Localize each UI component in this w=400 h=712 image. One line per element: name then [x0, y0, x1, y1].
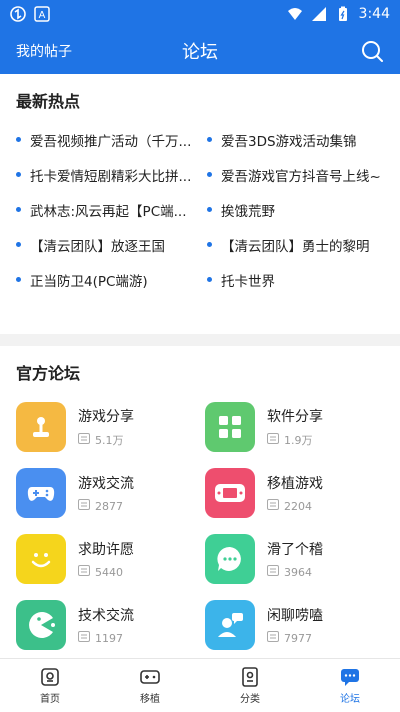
tab-category[interactable]: 分类: [200, 659, 300, 712]
section-divider: [0, 334, 400, 346]
tab-category-label: 分类: [240, 694, 260, 705]
hot-topic-item[interactable]: 爱吾游戏官方抖音号上线~: [207, 157, 384, 192]
gamepad-icon: [16, 468, 66, 518]
post-count-value: 7977: [284, 631, 312, 645]
post-count-icon: [78, 631, 90, 645]
tab-home-label: 首页: [40, 694, 60, 705]
forum-name: 游戏交流: [78, 476, 134, 492]
forum-item[interactable]: 技术交流 1197: [16, 592, 195, 658]
forum-item[interactable]: 闲聊唠嗑 7977: [205, 592, 384, 658]
status-bar: A 3:44: [0, 0, 400, 28]
bullet-dot-icon: [16, 137, 21, 142]
post-count-icon: [267, 631, 279, 645]
hot-topics-list: 爱吾视频推广活动（千万... 爱吾3DS游戏活动集锦 托卡爱情短剧精彩大比拼..…: [16, 122, 384, 297]
forum-list: 游戏分享 5.1万 软件分享 1.9万游戏交流 2877 移植游戏 2204 求助许愿 5440…: [16, 394, 384, 698]
wifi-icon: [287, 8, 302, 20]
bottom-tab-bar: 首页 移植 分类 论坛: [0, 658, 400, 712]
forum-post-count: 5.1万: [78, 432, 134, 448]
forum-post-count: 5440: [78, 565, 134, 579]
hot-topic-item[interactable]: 爱吾3DS游戏活动集锦: [207, 122, 384, 157]
my-posts-link[interactable]: 我的帖子: [16, 41, 72, 61]
tab-port[interactable]: 移植: [100, 659, 200, 712]
forum-post-count: 2204: [267, 499, 323, 513]
forum-item[interactable]: 游戏分享 5.1万: [16, 394, 195, 460]
post-count-icon: [267, 565, 279, 579]
hot-topic-item[interactable]: 正当防卫4(PC端游): [16, 262, 193, 297]
bullet-dot-icon: [207, 242, 212, 247]
svg-text:A: A: [39, 10, 46, 21]
forum-item[interactable]: 移植游戏 2204: [205, 460, 384, 526]
post-count-value: 5.1万: [95, 434, 124, 447]
forum-name: 游戏分享: [78, 409, 134, 425]
forum-name: 求助许愿: [78, 542, 134, 558]
battery-icon: [338, 6, 347, 21]
hot-topic-item[interactable]: 【清云团队】放逐王国: [16, 227, 193, 262]
bullet-dot-icon: [16, 207, 21, 212]
forum-item[interactable]: 求助许愿 5440: [16, 526, 195, 592]
tab-home[interactable]: 首页: [0, 659, 100, 712]
tab-port-label: 移植: [140, 694, 160, 705]
bullet-dot-icon: [16, 277, 21, 282]
category-icon: [242, 667, 258, 687]
bullet-dot-icon: [207, 277, 212, 282]
post-count-value: 1197: [95, 631, 123, 645]
hot-topic-item[interactable]: 爱吾视频推广活动（千万...: [16, 122, 193, 157]
forum-post-count: 1197: [78, 631, 134, 645]
forum-post-count: 2877: [78, 499, 134, 513]
hot-topics-section: 最新热点 爱吾视频推广活动（千万... 爱吾3DS游戏活动集锦 托卡爱情短剧精彩…: [0, 74, 400, 334]
bullet-dot-icon: [16, 172, 21, 177]
post-count-value: 3964: [284, 565, 312, 579]
forum-item[interactable]: 游戏交流 2877: [16, 460, 195, 526]
smiley-icon: [16, 534, 66, 584]
official-forums-section: 官方论坛 游戏分享 5.1万 软件分享 1.9万游戏交流 2877 移植游戏 2204 求助许…: [0, 346, 400, 698]
post-count-icon: [78, 433, 90, 447]
app-grid-icon: [205, 402, 255, 452]
forum-name: 滑了个稽: [267, 542, 323, 558]
hot-topic-item[interactable]: 武林志:风云再起【PC端...: [16, 192, 193, 227]
forum-icon: [341, 669, 359, 686]
tab-forum[interactable]: 论坛: [300, 659, 400, 712]
post-count-value: 1.9万: [284, 434, 313, 447]
bullet-dot-icon: [16, 242, 21, 247]
forum-item[interactable]: 软件分享 1.9万: [205, 394, 384, 460]
forum-post-count: 1.9万: [267, 432, 323, 448]
hot-topic-item[interactable]: 托卡世界: [207, 262, 384, 297]
post-count-value: 2204: [284, 499, 312, 513]
a-notification-icon: A: [34, 6, 50, 22]
chatting-user-icon: [205, 600, 255, 650]
handheld-tab-icon: [140, 670, 160, 684]
forum-post-count: 3964: [267, 565, 323, 579]
status-time: 3:44: [358, 6, 390, 22]
forum-name: 闲聊唠嗑: [267, 608, 323, 624]
bullet-dot-icon: [207, 137, 212, 142]
hot-topics-title: 最新热点: [16, 92, 81, 111]
forum-name: 软件分享: [267, 409, 323, 425]
forum-name: 移植游戏: [267, 476, 323, 492]
forum-post-count: 7977: [267, 631, 323, 645]
sync-icon: [10, 6, 26, 22]
hot-topic-item[interactable]: 挨饿荒野: [207, 192, 384, 227]
post-count-icon: [267, 433, 279, 447]
post-count-value: 2877: [95, 499, 123, 513]
search-icon[interactable]: [360, 39, 384, 63]
forum-name: 技术交流: [78, 608, 134, 624]
bullet-dot-icon: [207, 172, 212, 177]
joystick-icon: [16, 402, 66, 452]
handheld-icon: [205, 468, 255, 518]
signal-icon: [311, 7, 326, 21]
post-count-icon: [78, 565, 90, 579]
forum-item[interactable]: 滑了个稽 3964: [205, 526, 384, 592]
post-count-value: 5440: [95, 565, 123, 579]
app-header: 我的帖子 论坛: [0, 28, 400, 74]
tab-forum-label: 论坛: [340, 694, 360, 705]
home-icon: [41, 668, 59, 686]
hot-topic-item[interactable]: 托卡爱情短剧精彩大比拼...: [16, 157, 193, 192]
chat-bubble-icon: [205, 534, 255, 584]
hot-topic-item[interactable]: 【清云团队】勇士的黎明: [207, 227, 384, 262]
bullet-dot-icon: [207, 207, 212, 212]
post-count-icon: [267, 499, 279, 513]
pacman-icon: [16, 600, 66, 650]
post-count-icon: [78, 499, 90, 513]
official-forums-title: 官方论坛: [16, 364, 81, 383]
